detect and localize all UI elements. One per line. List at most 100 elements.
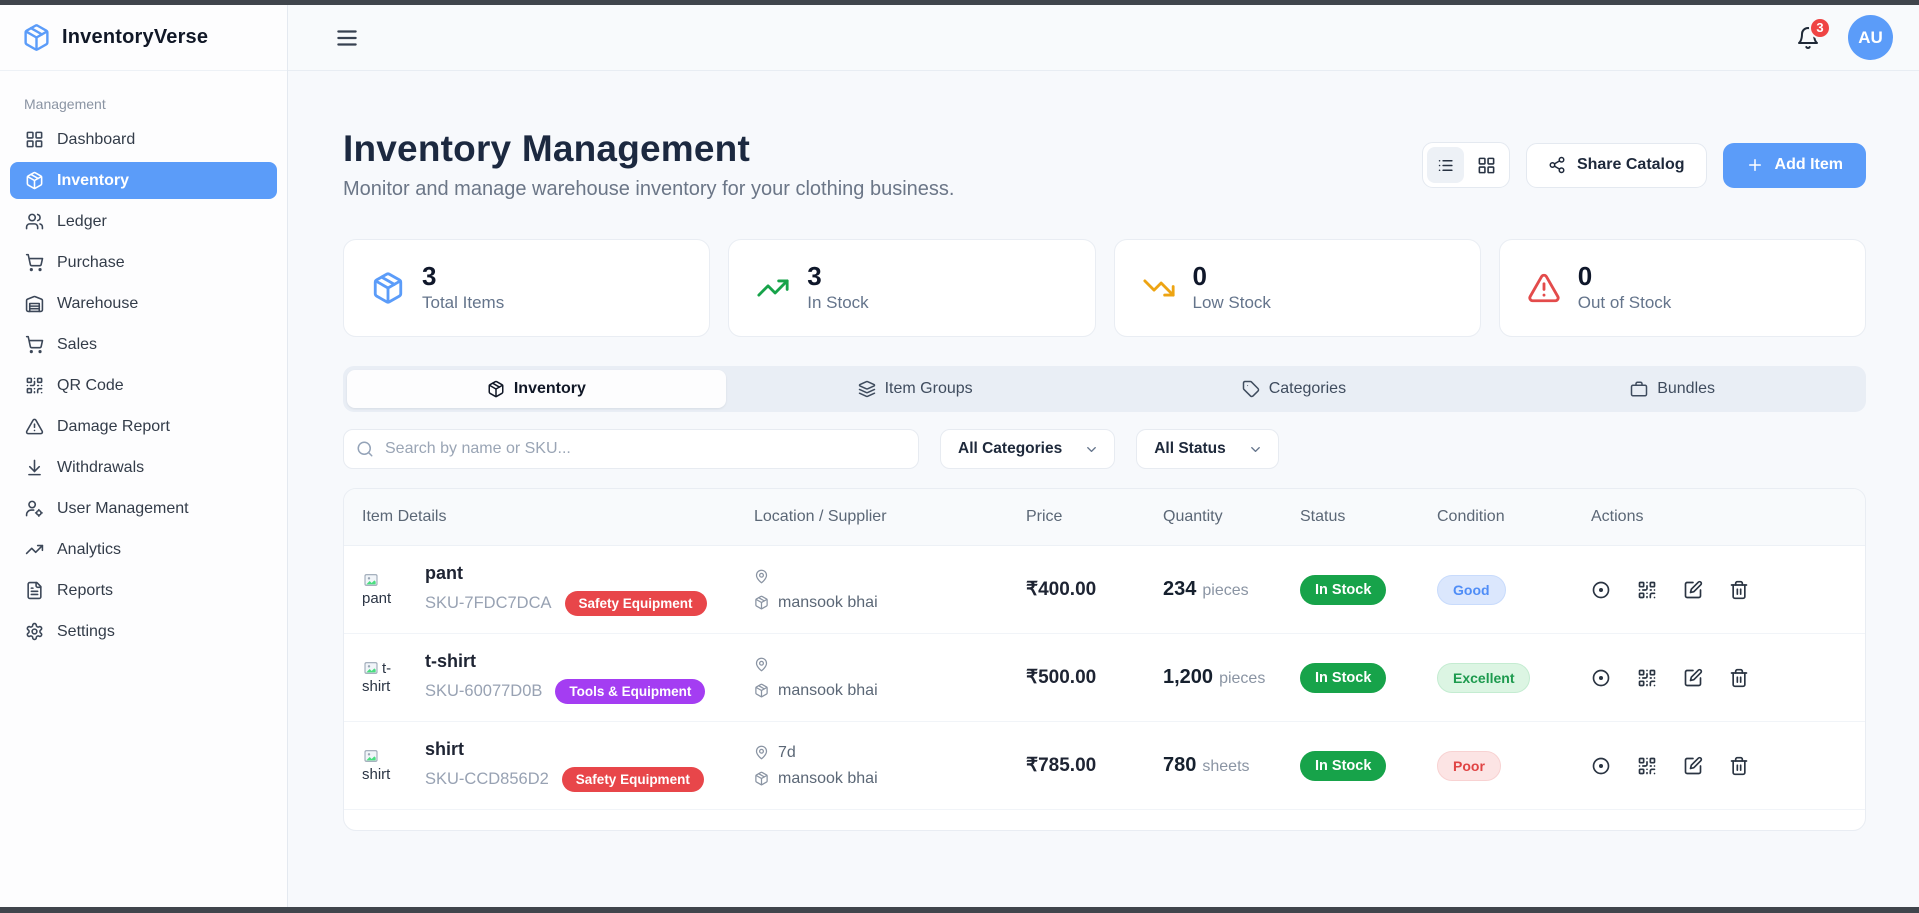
category-filter-value: All Categories: [958, 440, 1062, 458]
window-bottom-strip: [0, 907, 1919, 913]
sidebar-item-withdrawals[interactable]: Withdrawals: [10, 449, 277, 486]
location-pin-icon: [754, 745, 769, 760]
item-name: t-shirt: [425, 651, 705, 672]
location-pin-icon: [754, 569, 769, 584]
edit-icon[interactable]: [1683, 668, 1703, 688]
view-icon[interactable]: [1591, 668, 1611, 688]
item-thumbnail-broken: shirt: [362, 748, 410, 783]
item-price: ₹500.00: [1026, 667, 1096, 688]
category-badge: Safety Equipment: [565, 591, 707, 616]
sidebar-item-sales[interactable]: Sales: [10, 326, 277, 363]
qr-code-icon[interactable]: [1637, 668, 1657, 688]
tab-label: Categories: [1269, 380, 1346, 398]
supplier-box-icon: [754, 683, 769, 698]
sidebar-item-inventory[interactable]: Inventory: [10, 162, 277, 199]
status-filter-select[interactable]: All Status: [1136, 429, 1278, 469]
sidebar-nav: Dashboard Inventory Ledger Purchase Ware…: [0, 121, 287, 650]
grid-view-button[interactable]: [1468, 147, 1505, 183]
category-badge: Safety Equipment: [562, 767, 704, 792]
column-header: Condition: [1437, 508, 1574, 526]
table-header-row: Item Details Location / Supplier Price Q…: [344, 489, 1865, 546]
sidebar-item-label: User Management: [57, 500, 189, 518]
item-location: 7d: [778, 744, 796, 762]
avatar[interactable]: AU: [1848, 15, 1893, 60]
list-view-icon: [1436, 156, 1455, 175]
delete-icon[interactable]: [1729, 756, 1749, 776]
search-icon: [356, 440, 374, 458]
item-unit: pieces: [1219, 670, 1265, 687]
notifications-button[interactable]: 3: [1796, 26, 1820, 50]
item-name: shirt: [425, 739, 704, 760]
qr-code-icon[interactable]: [1637, 756, 1657, 776]
app-logo: InventoryVerse: [0, 5, 287, 71]
page-subtitle: Monitor and manage warehouse inventory f…: [343, 178, 954, 201]
sidebar-item-purchase[interactable]: Purchase: [10, 244, 277, 281]
share-catalog-button[interactable]: Share Catalog: [1526, 143, 1707, 188]
condition-badge: Excellent: [1437, 663, 1530, 693]
column-header: Price: [1026, 508, 1163, 526]
item-name: pant: [425, 563, 707, 584]
status-badge: In Stock: [1300, 575, 1386, 605]
sidebar-item-label: Analytics: [57, 541, 121, 559]
edit-icon[interactable]: [1683, 756, 1703, 776]
stat-value: 3: [807, 263, 868, 290]
view-icon[interactable]: [1591, 580, 1611, 600]
sidebar-item-label: Sales: [57, 336, 97, 354]
tab-label: Item Groups: [885, 380, 973, 398]
stat-card-out-of-stock: 0 Out of Stock: [1499, 239, 1866, 337]
add-item-button[interactable]: Add Item: [1723, 143, 1866, 188]
download-icon: [25, 458, 44, 477]
cart-icon: [25, 335, 44, 354]
sidebar-item-analytics[interactable]: Analytics: [10, 531, 277, 568]
table-row[interactable]: t-shirt t-shirt SKU-60077D0B Tools & Equ…: [344, 634, 1865, 722]
stat-value: 3: [422, 263, 504, 290]
search-input[interactable]: [343, 429, 919, 469]
sidebar-item-ledger[interactable]: Ledger: [10, 203, 277, 240]
stat-card-in-stock: 3 In Stock: [728, 239, 1095, 337]
filter-row: All Categories All Status: [343, 429, 1866, 469]
main-content: Inventory Management Monitor and manage …: [288, 71, 1919, 907]
category-badge: Tools & Equipment: [555, 679, 705, 704]
sidebar-item-label: Dashboard: [57, 131, 135, 149]
qr-code-icon[interactable]: [1637, 580, 1657, 600]
page-title: Inventory Management: [343, 128, 954, 170]
sidebar-item-reports[interactable]: Reports: [10, 572, 277, 609]
tab-categories[interactable]: Categories: [1105, 370, 1484, 408]
tab-label: Inventory: [514, 380, 586, 398]
item-sku: SKU-60077D0B: [425, 682, 542, 701]
list-view-button[interactable]: [1427, 147, 1464, 183]
alert-triangle-icon: [1527, 271, 1561, 305]
trending-up-icon: [25, 540, 44, 559]
menu-icon[interactable]: [334, 25, 360, 51]
item-price: ₹785.00: [1026, 755, 1096, 776]
sidebar-item-damage-report[interactable]: Damage Report: [10, 408, 277, 445]
sidebar-item-dashboard[interactable]: Dashboard: [10, 121, 277, 158]
tab-inventory[interactable]: Inventory: [347, 370, 726, 408]
sidebar-item-settings[interactable]: Settings: [10, 613, 277, 650]
package-logo-icon: [22, 23, 51, 52]
inventory-box-icon: [487, 380, 505, 398]
sidebar-item-user-management[interactable]: User Management: [10, 490, 277, 527]
tab-item-groups[interactable]: Item Groups: [726, 370, 1105, 408]
delete-icon[interactable]: [1729, 580, 1749, 600]
alert-triangle-icon: [25, 417, 44, 436]
sidebar-item-label: Inventory: [57, 172, 129, 190]
layers-icon: [858, 380, 876, 398]
sidebar-item-qr-code[interactable]: QR Code: [10, 367, 277, 404]
delete-icon[interactable]: [1729, 668, 1749, 688]
broken-image-icon: [362, 748, 380, 764]
edit-icon[interactable]: [1683, 580, 1703, 600]
view-icon[interactable]: [1591, 756, 1611, 776]
item-price: ₹400.00: [1026, 579, 1096, 600]
sidebar-item-warehouse[interactable]: Warehouse: [10, 285, 277, 322]
tab-bundles[interactable]: Bundles: [1483, 370, 1862, 408]
broken-image-icon: [362, 572, 380, 588]
trending-down-icon: [1142, 271, 1176, 305]
item-quantity: 234: [1163, 578, 1196, 600]
sidebar-item-label: Damage Report: [57, 418, 170, 436]
status-badge: In Stock: [1300, 751, 1386, 781]
item-quantity: 780: [1163, 754, 1196, 776]
table-row[interactable]: pant pant SKU-7FDC7DCA Safety Equipment …: [344, 546, 1865, 634]
category-filter-select[interactable]: All Categories: [940, 429, 1115, 469]
table-row[interactable]: shirt shirt SKU-CCD856D2 Safety Equipmen…: [344, 722, 1865, 810]
